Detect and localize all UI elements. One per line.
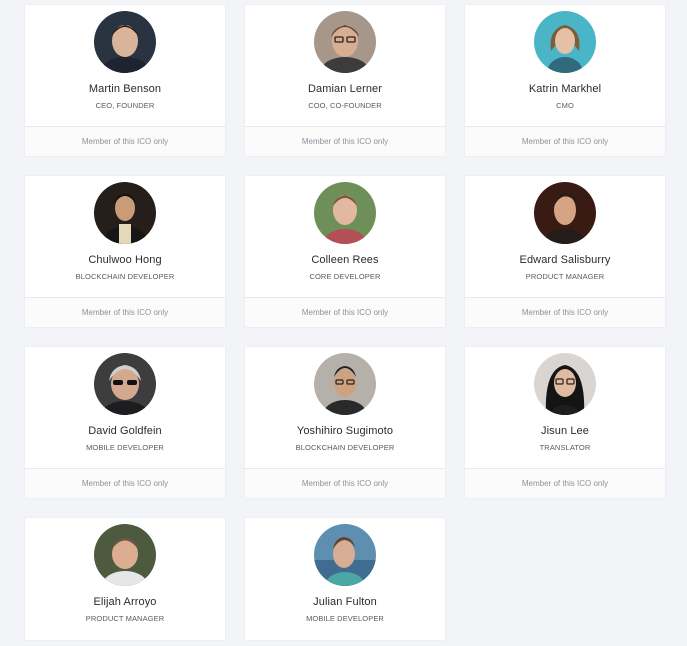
member-role: TRANSLATOR	[539, 443, 591, 452]
avatar	[314, 524, 376, 586]
member-name: Elijah Arroyo	[93, 596, 157, 608]
team-grid: Martin Benson CEO, FOUNDER Member of thi…	[0, 0, 687, 646]
member-name: Edward Salisburry	[519, 254, 611, 266]
membership-note: Member of this ICO only	[25, 468, 225, 498]
team-card[interactable]: David Goldfein MOBILE DEVELOPER Member o…	[25, 347, 225, 498]
avatar	[94, 11, 156, 73]
membership-note: Member of this ICO only	[245, 297, 445, 327]
member-name: Jisun Lee	[541, 425, 589, 437]
member-name: Yoshihiro Sugimoto	[296, 425, 394, 437]
avatar	[314, 11, 376, 73]
member-name: Chulwoo Hong	[88, 254, 162, 266]
member-role: COO, CO-FOUNDER	[308, 101, 382, 110]
avatar	[534, 11, 596, 73]
member-name: Martin Benson	[88, 83, 162, 95]
team-card[interactable]: Damian Lerner COO, CO-FOUNDER Member of …	[245, 5, 445, 156]
team-card[interactable]: Chulwoo Hong BLOCKCHAIN DEVELOPER Member…	[25, 176, 225, 327]
team-card-body: Julian Fulton MOBILE DEVELOPER	[245, 518, 445, 639]
team-card-body: Elijah Arroyo PRODUCT MANAGER	[25, 518, 225, 639]
team-card-body: Jisun Lee TRANSLATOR	[465, 347, 665, 468]
avatar	[534, 353, 596, 415]
avatar	[314, 182, 376, 244]
team-card[interactable]: Katrin Markhel CMO Member of this ICO on…	[465, 5, 665, 156]
membership-note: Member of this ICO only	[465, 297, 665, 327]
member-name: Damian Lerner	[307, 83, 383, 95]
member-role: CEO, FOUNDER	[95, 101, 155, 110]
member-role: CORE DEVELOPER	[309, 272, 381, 281]
member-name: David Goldfein	[88, 425, 162, 437]
membership-note: Member of this ICO only	[465, 126, 665, 156]
member-role: PRODUCT MANAGER	[525, 272, 605, 281]
membership-note: Member of this ICO only	[245, 468, 445, 498]
member-name: Julian Fulton	[313, 596, 377, 608]
team-card-body: Colleen Rees CORE DEVELOPER	[245, 176, 445, 297]
team-card-body: David Goldfein MOBILE DEVELOPER	[25, 347, 225, 468]
team-card[interactable]: Jisun Lee TRANSLATOR Member of this ICO …	[465, 347, 665, 498]
member-role: BLOCKCHAIN DEVELOPER	[75, 272, 175, 281]
team-card[interactable]: Julian Fulton MOBILE DEVELOPER	[245, 518, 445, 640]
team-card[interactable]: Martin Benson CEO, FOUNDER Member of thi…	[25, 5, 225, 156]
team-card-body: Chulwoo Hong BLOCKCHAIN DEVELOPER	[25, 176, 225, 297]
member-role: CMO	[556, 101, 574, 110]
member-role: MOBILE DEVELOPER	[306, 614, 384, 623]
team-card-body: Martin Benson CEO, FOUNDER	[25, 5, 225, 126]
member-name: Colleen Rees	[311, 254, 379, 266]
member-role: MOBILE DEVELOPER	[86, 443, 164, 452]
team-card[interactable]: Elijah Arroyo PRODUCT MANAGER	[25, 518, 225, 640]
team-card-body: Katrin Markhel CMO	[465, 5, 665, 126]
membership-note: Member of this ICO only	[25, 126, 225, 156]
team-card-body: Yoshihiro Sugimoto BLOCKCHAIN DEVELOPER	[245, 347, 445, 468]
team-card-body: Edward Salisburry PRODUCT MANAGER	[465, 176, 665, 297]
member-role: BLOCKCHAIN DEVELOPER	[295, 443, 395, 452]
membership-note: Member of this ICO only	[25, 297, 225, 327]
membership-note: Member of this ICO only	[465, 468, 665, 498]
team-card-body: Damian Lerner COO, CO-FOUNDER	[245, 5, 445, 126]
team-card[interactable]: Colleen Rees CORE DEVELOPER Member of th…	[245, 176, 445, 327]
avatar	[94, 182, 156, 244]
member-name: Katrin Markhel	[528, 83, 602, 95]
avatar	[94, 524, 156, 586]
team-card[interactable]: Yoshihiro Sugimoto BLOCKCHAIN DEVELOPER …	[245, 347, 445, 498]
avatar	[534, 182, 596, 244]
team-card[interactable]: Edward Salisburry PRODUCT MANAGER Member…	[465, 176, 665, 327]
avatar	[94, 353, 156, 415]
member-role: PRODUCT MANAGER	[85, 614, 165, 623]
avatar	[314, 353, 376, 415]
membership-note: Member of this ICO only	[245, 126, 445, 156]
